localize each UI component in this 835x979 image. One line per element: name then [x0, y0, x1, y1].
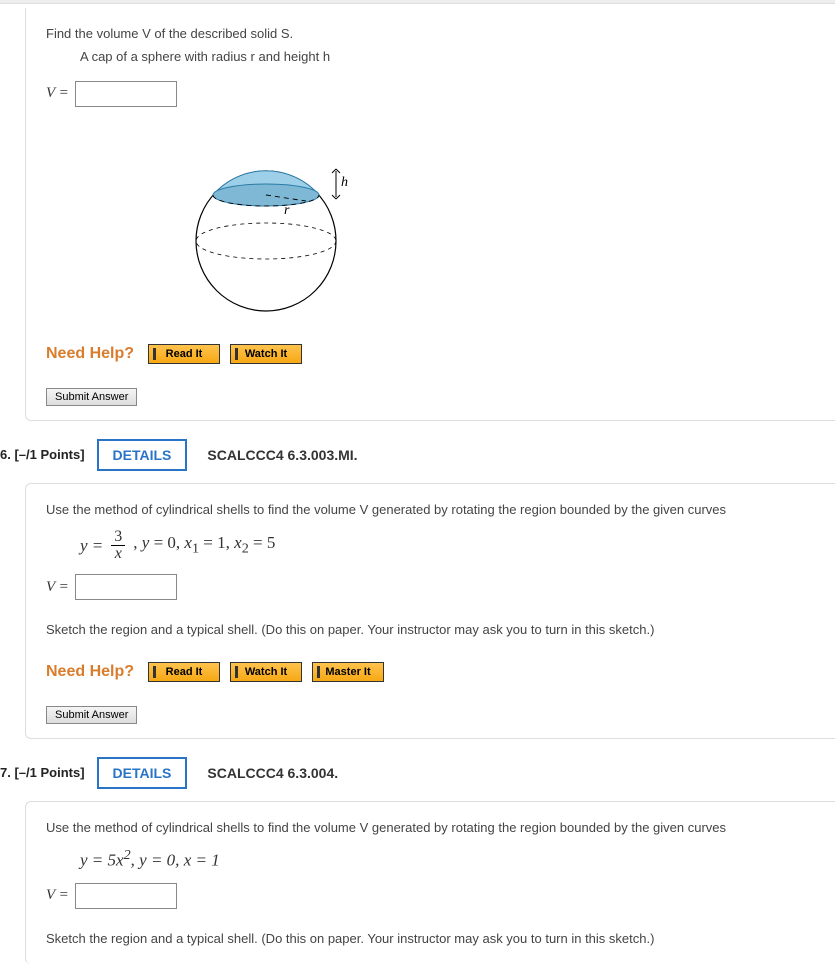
- q6-reference: SCALCCC4 6.3.003.MI.: [207, 447, 357, 463]
- submit-answer-button[interactable]: Submit Answer: [46, 388, 137, 406]
- q7-reference: SCALCCC4 6.3.004.: [207, 765, 338, 781]
- q5-submit-row: Submit Answer: [46, 388, 815, 406]
- q6-answer-row: V =: [46, 574, 815, 600]
- q6-number: 6. [–/1 Points]: [0, 447, 85, 462]
- sphere-cap-svg: r h: [176, 121, 376, 321]
- read-it-button[interactable]: Read It: [148, 662, 220, 682]
- watch-it-button[interactable]: Watch It: [230, 344, 302, 364]
- question-5-block: Find the volume V of the described solid…: [25, 8, 835, 421]
- master-it-button[interactable]: Master It: [312, 662, 384, 682]
- top-bar: [0, 0, 835, 4]
- q5-var-label: V =: [46, 85, 69, 102]
- q6-help-row: Need Help? Read It Watch It Master It: [46, 662, 815, 682]
- q6-eq-rest: , y = 0, x1 = 1, x2 = 5: [133, 533, 275, 557]
- details-button[interactable]: DETAILS: [97, 757, 188, 789]
- q5-help-row: Need Help? Read It Watch It: [46, 344, 815, 364]
- q5-prompt-sub: A cap of a sphere with radius r and heig…: [80, 45, 815, 68]
- q7-eq-text: y = 5x2, y = 0, x = 1: [80, 847, 220, 871]
- fraction: 3 x: [111, 529, 125, 562]
- q6-submit-row: Submit Answer: [46, 706, 815, 724]
- watch-it-button[interactable]: Watch It: [230, 662, 302, 682]
- h-label: h: [341, 175, 348, 190]
- q6-sketch-note: Sketch the region and a typical shell. (…: [46, 618, 815, 641]
- q7-equation: y = 5x2, y = 0, x = 1: [80, 847, 815, 871]
- q5-prompt: Find the volume V of the described solid…: [46, 22, 815, 45]
- q7-header: 7. [–/1 Points] DETAILS SCALCCC4 6.3.004…: [0, 757, 835, 789]
- question-6-block: Use the method of cylindrical shells to …: [25, 483, 835, 739]
- q7-answer-input[interactable]: [75, 883, 177, 909]
- q5-answer-input[interactable]: [75, 81, 177, 107]
- q7-var-label: V =: [46, 887, 69, 904]
- q5-answer-row: V =: [46, 81, 815, 107]
- submit-answer-button[interactable]: Submit Answer: [46, 706, 137, 724]
- need-help-label: Need Help?: [46, 663, 134, 681]
- q7-sketch-note: Sketch the region and a typical shell. (…: [46, 927, 815, 950]
- need-help-label: Need Help?: [46, 345, 134, 363]
- q7-prompt: Use the method of cylindrical shells to …: [46, 816, 815, 839]
- q6-answer-input[interactable]: [75, 574, 177, 600]
- read-it-button[interactable]: Read It: [148, 344, 220, 364]
- q6-prompt: Use the method of cylindrical shells to …: [46, 498, 815, 521]
- q7-number: 7. [–/1 Points]: [0, 765, 85, 780]
- q5-prompt-main: Find the volume V of the described solid…: [46, 26, 293, 41]
- q6-equation: y = 3 x , y = 0, x1 = 1, x2 = 5: [80, 529, 815, 562]
- q6-var-label: V =: [46, 579, 69, 596]
- details-button[interactable]: DETAILS: [97, 439, 188, 471]
- r-label: r: [284, 203, 290, 218]
- question-7-block: Use the method of cylindrical shells to …: [25, 801, 835, 964]
- q6-header: 6. [–/1 Points] DETAILS SCALCCC4 6.3.003…: [0, 439, 835, 471]
- sphere-cap-diagram: r h: [176, 121, 815, 324]
- q7-answer-row: V =: [46, 883, 815, 909]
